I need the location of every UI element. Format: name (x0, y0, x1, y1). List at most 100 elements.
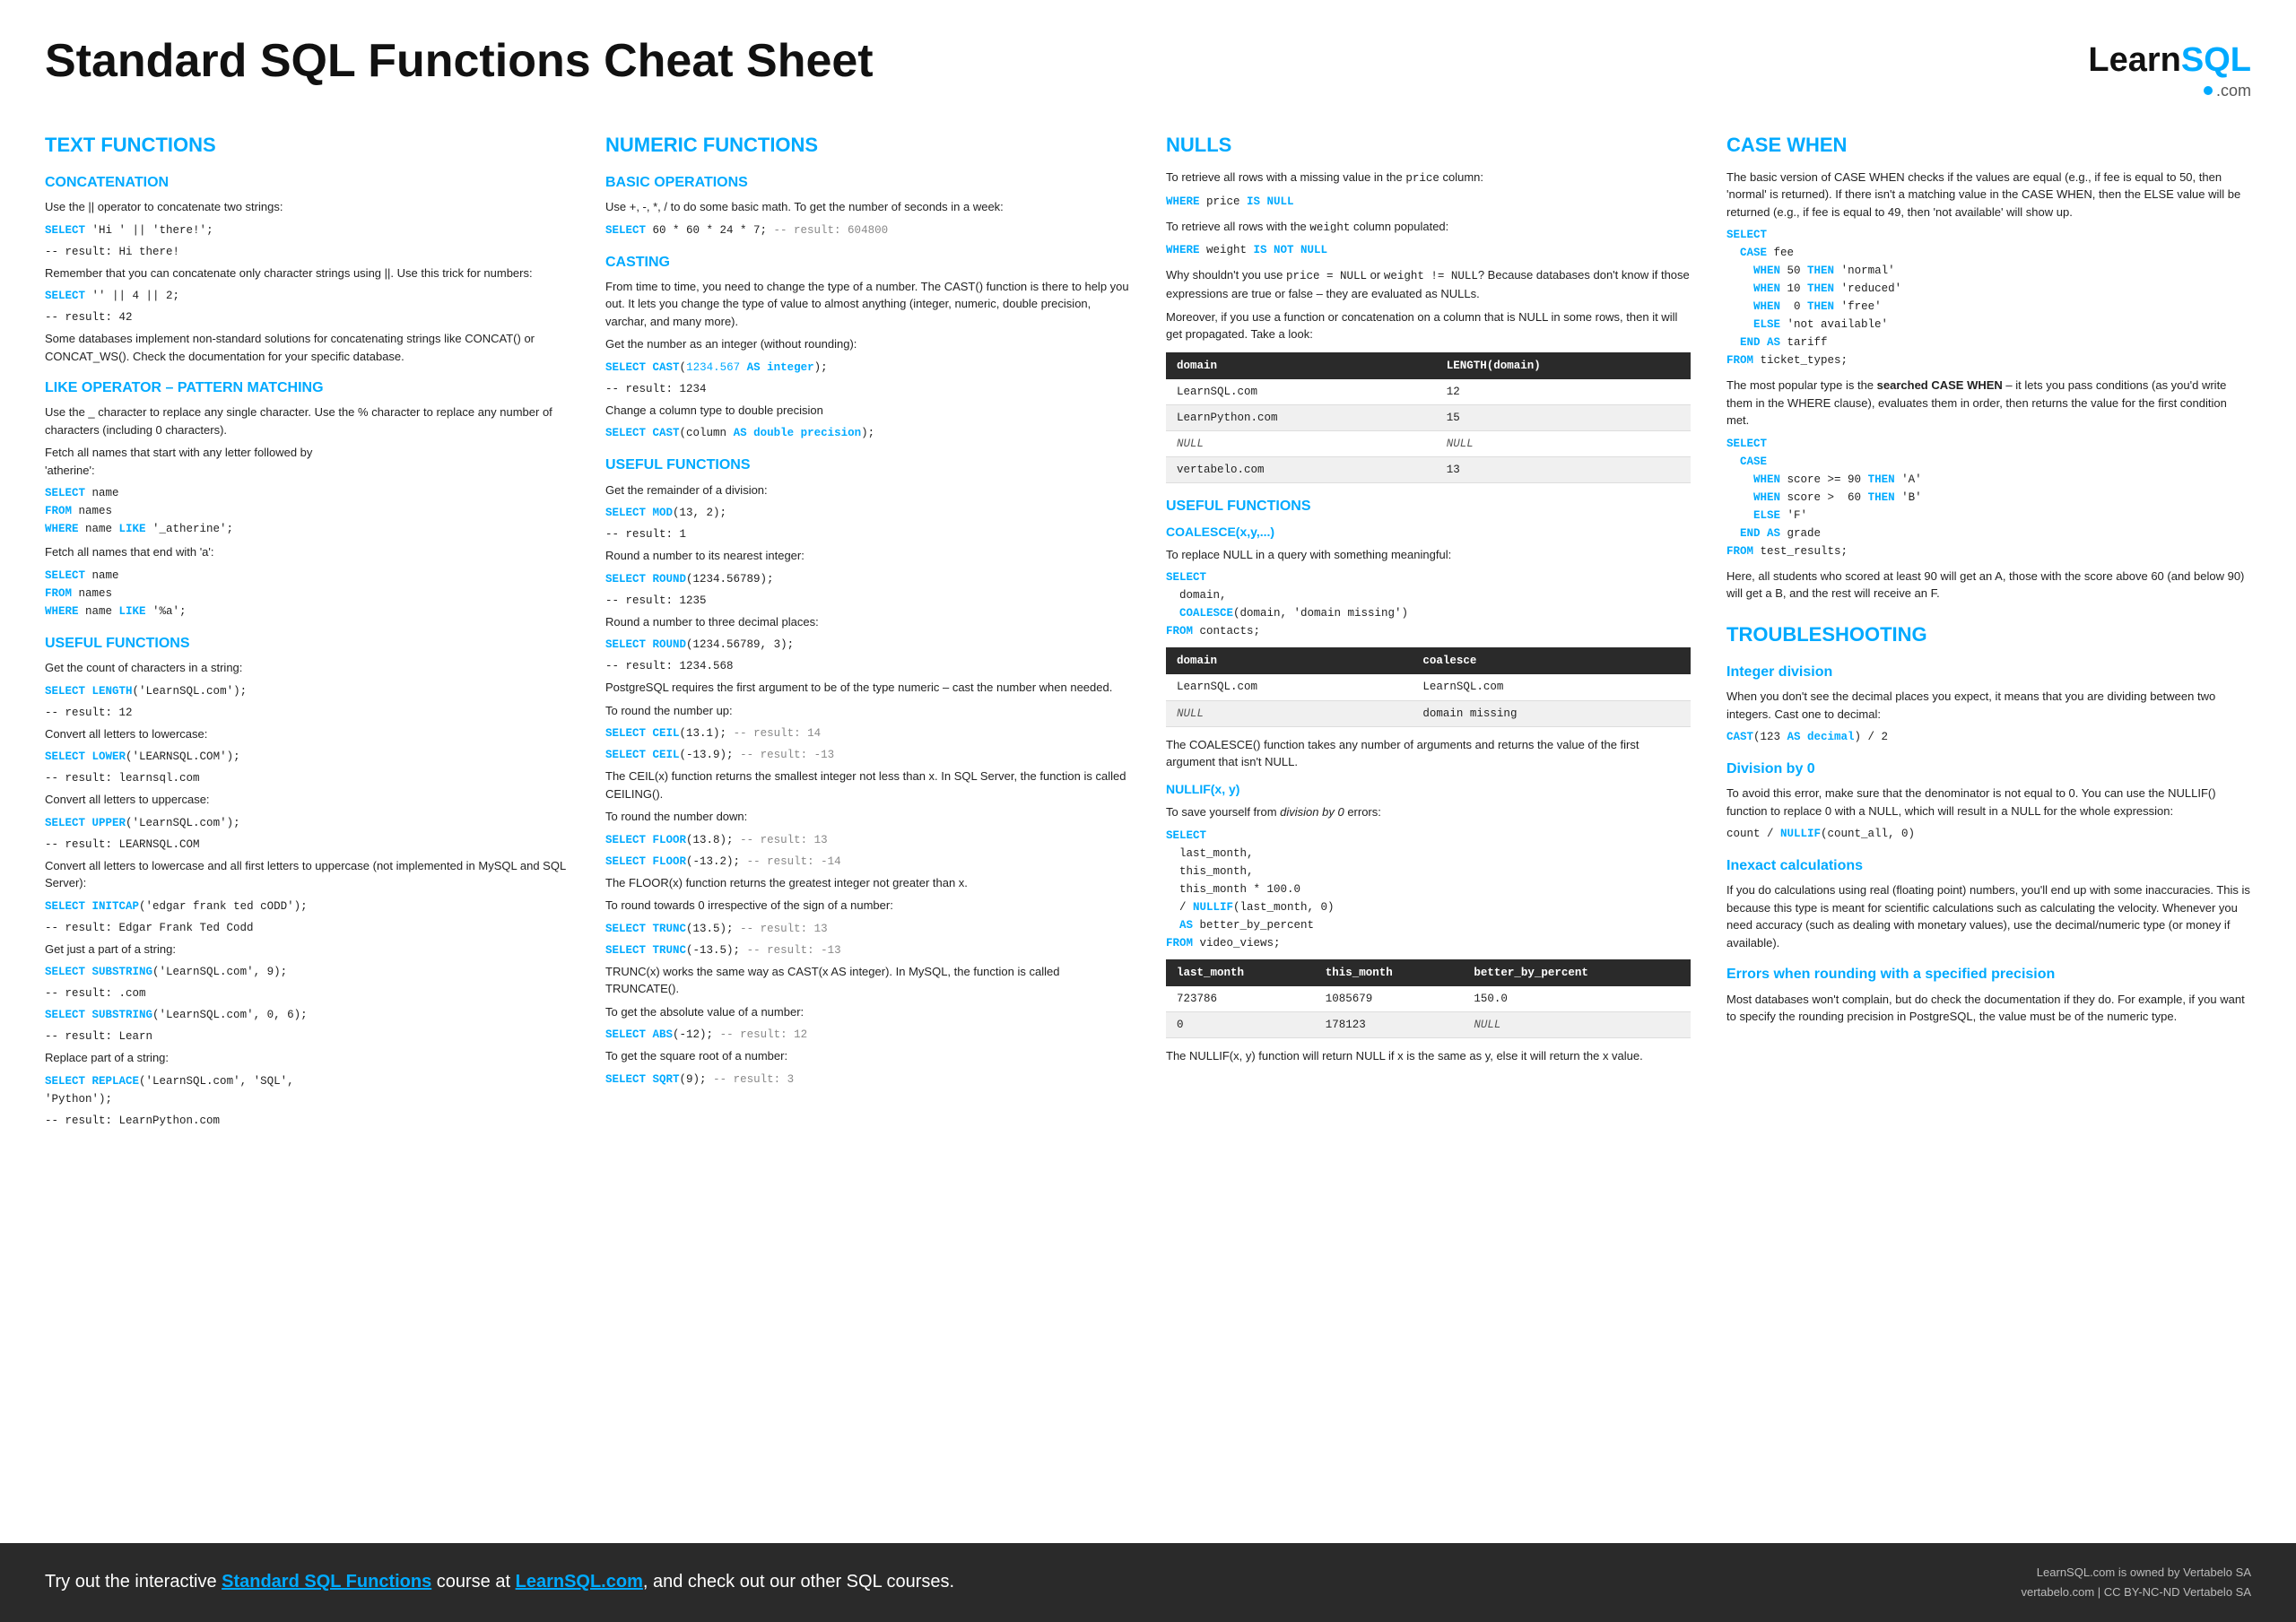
coalesce-title: COALESCE(x,y,...) (1166, 523, 1691, 541)
uf-intro2: Convert all letters to lowercase: (45, 725, 570, 743)
uf-note3: Round a number to three decimal places: (605, 613, 1130, 631)
coalesce-header-domain: domain (1166, 647, 1412, 674)
ts-sub1: Integer division (1726, 662, 2251, 682)
cw-code2: SELECT CASE WHEN score >= 90 THEN 'A' WH… (1726, 435, 2251, 560)
coalesce-intro: To replace NULL in a query with somethin… (1166, 546, 1691, 564)
footer-right: LearnSQL.com is owned by Vertabelo SA ve… (2022, 1563, 2252, 1602)
table-row: LearnPython.com15 (1166, 404, 1691, 430)
uf-code5b: -- result: .com (45, 984, 570, 1002)
sub-text-useful: USEFUL FUNCTIONS (45, 633, 570, 654)
nullif-header-percent: better_by_percent (1463, 959, 1691, 986)
null-table-header-domain: domain (1166, 352, 1436, 379)
table-row: vertabelo.com13 (1166, 457, 1691, 483)
logo-sql: SQL (2181, 41, 2251, 79)
uf-note7: To round towards 0 irrespective of the s… (605, 897, 1130, 915)
concat-extra: Some databases implement non-standard so… (45, 330, 570, 365)
floor-note: The FLOOR(x) function returns the greate… (605, 874, 1130, 892)
like-note1: Fetch all names that start with any lett… (45, 444, 570, 479)
like-intro: Use the _ character to replace any singl… (45, 403, 570, 438)
ts-sub4: Errors when rounding with a specified pr… (1726, 964, 2251, 984)
uf-code6a: SELECT REPLACE('LearnSQL.com', 'SQL','Py… (45, 1072, 570, 1108)
ceil-note: The CEIL(x) function returns the smalles… (605, 768, 1130, 802)
nullif-header-this: this_month (1315, 959, 1464, 986)
main-content: Standard SQL Functions Cheat Sheet Learn… (0, 0, 2296, 1543)
null-table-header-length: LENGTH(domain) (1436, 352, 1691, 379)
ts-round-note: Most databases won't complain, but do ch… (1726, 991, 2251, 1026)
sub-concatenation: CONCATENATION (45, 172, 570, 193)
uf-code1b: -- result: 12 (45, 704, 570, 722)
coalesce-table: domain coalesce LearnSQL.comLearnSQL.com… (1166, 647, 1691, 726)
logo-com-text: .com (2216, 79, 2251, 102)
section-text-functions: TEXT FUNCTIONS (45, 131, 570, 160)
num-code7a: SELECT TRUNC(13.5); -- result: 13 (605, 920, 1130, 938)
sub-basic-ops: BASIC OPERATIONS (605, 172, 1130, 193)
nullif-intro: To save yourself from division by 0 erro… (1166, 803, 1691, 821)
ts-sub2: Division by 0 (1726, 759, 2251, 779)
logo-text: LearnSQL (2088, 43, 2251, 77)
nullif-note: The NULLIF(x, y) function will return NU… (1166, 1047, 1691, 1065)
concat-result2: -- result: 42 (45, 308, 570, 326)
col-nulls: NULLs To retrieve all rows with a missin… (1166, 131, 1691, 1132)
num-code7b: SELECT TRUNC(-13.5); -- result: -13 (605, 941, 1130, 959)
columns-grid: TEXT FUNCTIONS CONCATENATION Use the || … (45, 131, 2251, 1132)
sub-nulls-useful: USEFUL FUNCTIONS (1166, 496, 1691, 516)
uf-note2: Round a number to its nearest integer: (605, 547, 1130, 565)
like-code1: SELECT nameFROM namesWHERE name LIKE '_a… (45, 484, 570, 538)
uf-code1a: SELECT LENGTH('LearnSQL.com'); (45, 682, 570, 700)
uf-code3b: -- result: LEARNSQL.COM (45, 836, 570, 854)
cw-note2: The most popular type is the searched CA… (1726, 377, 2251, 429)
coalesce-code: SELECT domain, COALESCE(domain, 'domain … (1166, 568, 1691, 640)
like-note2: Fetch all names that end with 'a': (45, 543, 570, 561)
cast-code1a: SELECT CAST(1234.567 AS integer); (605, 359, 1130, 377)
cast-intro: From time to time, you need to change th… (605, 278, 1130, 331)
uf-intro1: Get the count of characters in a string: (45, 659, 570, 677)
uf-note8: To get the absolute value of a number: (605, 1003, 1130, 1021)
uf-note6: To round the number down: (605, 808, 1130, 826)
like-code2: SELECT nameFROM namesWHERE name LIKE '%a… (45, 567, 570, 620)
table-row: LearnSQL.com12 (1166, 379, 1691, 405)
uf-code5d: -- result: Learn (45, 1028, 570, 1045)
table-row: NULLNULL (1166, 431, 1691, 457)
null-code1: WHERE price IS NULL (1166, 193, 1691, 211)
footer-link2[interactable]: LearnSQL.com (516, 1572, 643, 1592)
uf-intro5: Get just a part of a string: (45, 941, 570, 958)
num-code9: SELECT SQRT(9); -- result: 3 (605, 1071, 1130, 1089)
uf-note5: To round the number up: (605, 702, 1130, 720)
concat-code2: SELECT '' || 4 || 2; (45, 287, 570, 305)
cast-code1b: -- result: 1234 (605, 380, 1130, 398)
num-code3a: SELECT ROUND(1234.56789, 3); (605, 636, 1130, 654)
sub-casting: CASTING (605, 252, 1130, 273)
footer-text-after: , and check out our other SQL courses. (643, 1572, 954, 1592)
cast-note1: Get the number as an integer (without ro… (605, 335, 1130, 353)
num-code5b: SELECT CEIL(-13.9); -- result: -13 (605, 746, 1130, 764)
null-intro1: To retrieve all rows with a missing valu… (1166, 169, 1691, 187)
table-row: NULLdomain missing (1166, 700, 1691, 726)
logo-area: LearnSQL .com (2088, 43, 2251, 102)
section-troubleshooting: TROUBLESHOOTING (1726, 620, 2251, 649)
page-title: Standard SQL Functions Cheat Sheet (45, 36, 874, 87)
concat-note: Remember that you can concatenate only c… (45, 265, 570, 282)
uf-code2b: -- result: learnsql.com (45, 769, 570, 787)
col-text-functions: TEXT FUNCTIONS CONCATENATION Use the || … (45, 131, 570, 1132)
footer-link1[interactable]: Standard SQL Functions (222, 1572, 431, 1592)
footer-text-mid: course at (431, 1572, 515, 1592)
ts-div0-code: count / NULLIF(count_all, 0) (1726, 825, 2251, 843)
logo-learn: Learn (2088, 41, 2180, 79)
ts-int-code: CAST(123 AS decimal) / 2 (1726, 728, 2251, 746)
num-code2a: SELECT ROUND(1234.56789); (605, 570, 1130, 588)
footer-text-before: Try out the interactive (45, 1572, 222, 1592)
uf-intro3: Convert all letters to uppercase: (45, 791, 570, 809)
uf-code3a: SELECT UPPER('LearnSQL.com'); (45, 814, 570, 832)
num-code5a: SELECT CEIL(13.1); -- result: 14 (605, 724, 1130, 742)
ts-div0-note: To avoid this error, make sure that the … (1726, 785, 2251, 820)
nullif-table: last_month this_month better_by_percent … (1166, 959, 1691, 1038)
logo-dot-icon (2204, 86, 2213, 95)
ts-inexact-note: If you do calculations using real (float… (1726, 881, 2251, 951)
num-code1a: SELECT MOD(13, 2); (605, 504, 1130, 522)
cw-intro: The basic version of CASE WHEN checks if… (1726, 169, 2251, 221)
coalesce-header-coalesce: coalesce (1412, 647, 1691, 674)
section-case-when: CASE WHEN (1726, 131, 2251, 160)
uf-code2a: SELECT LOWER('LEARNSQL.COM'); (45, 748, 570, 766)
table-row: LearnSQL.comLearnSQL.com (1166, 674, 1691, 700)
cw-note3: Here, all students who scored at least 9… (1726, 568, 2251, 603)
